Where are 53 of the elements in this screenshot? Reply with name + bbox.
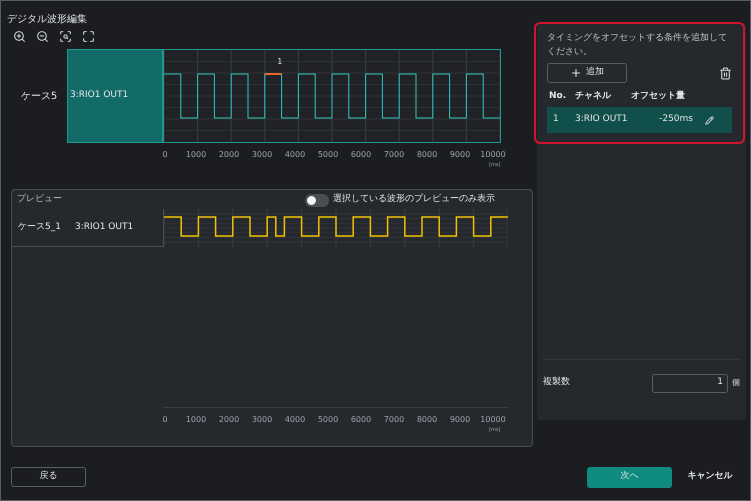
axis-tick-label: 6000: [350, 414, 372, 426]
fullscreen-icon[interactable]: [82, 30, 95, 42]
axis-tick-label: 1000: [186, 414, 206, 426]
add-button[interactable]: 追加: [547, 63, 627, 83]
axis-tick-label: 4000: [284, 414, 306, 426]
table-cell-text: 3:RIO OUT1: [574, 113, 629, 126]
next-button[interactable]: 次へ: [587, 466, 672, 488]
copies-unit: 個: [732, 377, 740, 389]
plus-icon: [570, 67, 582, 79]
column-header: No.: [548, 90, 568, 104]
axis-tick-label: 3000: [252, 149, 272, 161]
preview-toggle[interactable]: [305, 194, 329, 206]
axis-tick-label: 2000: [218, 414, 240, 426]
channel-label[interactable]: 3:RIO1 OUT1: [67, 49, 163, 143]
table-cell-text: -250ms: [658, 113, 693, 126]
channel-label: 3:RIO1 OUT1: [74, 220, 134, 234]
copies-field[interactable]: 1: [652, 374, 728, 392]
instruction-text: タイミングをオフセットする条件を追加してください。: [547, 32, 728, 59]
axis-tick-label: 9000: [450, 149, 470, 161]
axis-tick-label: 2000: [218, 149, 240, 161]
axis-tick-label: 8000: [416, 414, 438, 426]
zoom-out-icon[interactable]: [36, 30, 49, 42]
case-label: ケース5: [20, 90, 58, 104]
axis-tick-label: 0: [162, 414, 168, 426]
axis-tick-label: 8000: [416, 149, 438, 161]
toggle-label: 選択している波形のプレビューのみ表示: [333, 193, 495, 206]
window-title: デジタル波形編集: [7, 14, 87, 25]
table-cell-text: 1: [552, 113, 560, 126]
axis-tick-label: 10000: [480, 414, 506, 426]
edit-icon[interactable]: [705, 116, 714, 124]
axis-tick-label: 7000: [384, 414, 404, 426]
cancel-button[interactable]: キャンセル: [680, 466, 740, 488]
axis-tick-label: 10000: [480, 149, 506, 161]
axis-tick-label: 0: [162, 149, 168, 161]
axis-tick-label: 7000: [384, 149, 404, 161]
column-header: チャネル: [575, 90, 612, 104]
zoom-in-icon[interactable]: [13, 30, 26, 42]
axis-tick-label: 9000: [450, 414, 470, 426]
copies-label: 複製数: [543, 376, 571, 390]
case-label: ケース5_1: [18, 220, 61, 234]
axis-tick-label: 1000: [186, 149, 206, 161]
zoom-fit-icon[interactable]: [59, 30, 72, 42]
preview-title: プレビュー: [17, 193, 62, 206]
axis-tick-label: 3000: [252, 414, 272, 426]
column-header: オフセット量: [631, 90, 685, 104]
axis-tick-label: 5000: [318, 414, 338, 426]
axis-tick-label: 6000: [350, 149, 372, 161]
offset-row[interactable]: 1 3:RIO OUT1 -250ms: [547, 107, 732, 133]
delete-icon[interactable]: [719, 66, 732, 80]
back-button[interactable]: 戻る: [11, 467, 86, 487]
axis-tick-label: 4000: [284, 149, 306, 161]
axis-tick-label: 5000: [318, 149, 338, 161]
marker-label: 1: [277, 56, 282, 68]
